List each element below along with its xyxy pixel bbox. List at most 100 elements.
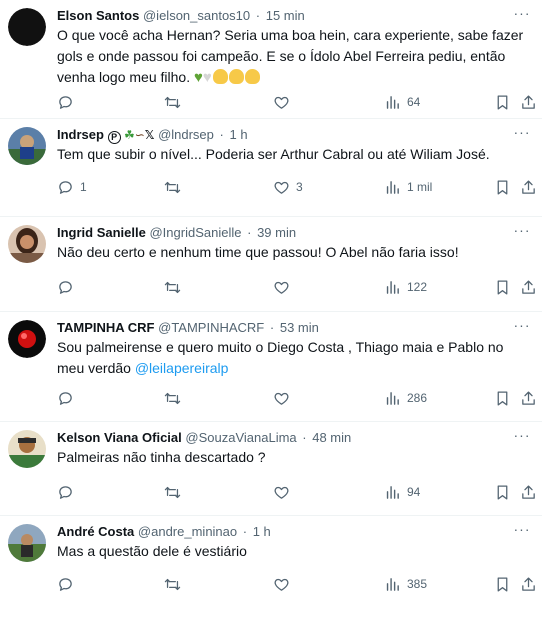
tweet-text: Sou palmeirense e quero muito o Diego Co… [57, 339, 504, 376]
share-button[interactable] [520, 92, 537, 112]
retweet-icon [164, 486, 181, 498]
share-button[interactable] [520, 388, 537, 408]
bookmark-button[interactable] [494, 177, 511, 197]
display-name[interactable]: Kelson Viana Oficial [57, 430, 182, 445]
timestamp[interactable]: 15 min [266, 8, 305, 23]
retweet-icon [164, 392, 181, 404]
reply-button[interactable] [57, 277, 80, 297]
separator-dot: · [242, 524, 248, 539]
avatar[interactable] [8, 8, 46, 46]
avatar[interactable] [8, 430, 46, 468]
more-dots-icon[interactable]: ··· [512, 125, 532, 143]
timestamp[interactable]: 1 h [230, 127, 248, 142]
like-button[interactable] [273, 388, 296, 408]
more-dots-icon[interactable]: ··· [512, 522, 532, 540]
reply-icon [59, 180, 72, 194]
reply-button[interactable] [57, 574, 80, 594]
reply-button[interactable] [57, 92, 80, 112]
like-button[interactable]: 3 [273, 177, 303, 197]
like-button[interactable] [273, 482, 296, 502]
more-dots-icon[interactable]: ··· [512, 428, 532, 446]
timestamp[interactable]: 1 h [253, 524, 271, 539]
views-button[interactable]: 1 mil [384, 177, 432, 197]
view-count: 94 [407, 485, 421, 499]
bookmark-button[interactable] [494, 92, 511, 112]
view-count: 286 [407, 391, 428, 405]
mention-link[interactable]: @leilapereiralp [135, 360, 229, 376]
user-handle[interactable]: @TAMPINHACRF [158, 320, 264, 335]
share-button[interactable] [520, 482, 537, 502]
bookmark-button[interactable] [494, 277, 511, 297]
retweet-button[interactable] [164, 177, 187, 197]
more-dots-icon[interactable]: ··· [512, 223, 532, 241]
tweet-header: TAMPINHA CRF @TAMPINHACRF · 53 min [57, 319, 512, 336]
views-button[interactable]: 286 [384, 388, 427, 408]
clapping-hands-emoji-icon [244, 69, 260, 84]
view-count: 385 [407, 577, 428, 591]
user-handle[interactable]: @lndrsep [158, 127, 214, 142]
share-icon [522, 390, 535, 405]
share-button[interactable] [520, 177, 537, 197]
user-handle[interactable]: @ielson_santos10 [143, 8, 250, 23]
reply-button[interactable]: 1 [57, 177, 87, 197]
timestamp[interactable]: 53 min [280, 320, 319, 335]
reply-button[interactable] [57, 482, 80, 502]
bookmark-button[interactable] [494, 482, 511, 502]
avatar[interactable] [8, 127, 46, 165]
retweet-button[interactable] [164, 92, 187, 112]
user-handle[interactable]: @SouzaVianaLima [185, 430, 296, 445]
bookmark-button[interactable] [494, 574, 511, 594]
share-icon [522, 576, 535, 591]
views-bar-chart-icon [386, 95, 399, 109]
heart-icon [274, 181, 289, 194]
tweet[interactable]: André Costa @andre_mininao · 1 h ··· Mas… [0, 516, 542, 621]
share-button[interactable] [520, 277, 537, 297]
reply-icon [59, 280, 72, 294]
reply-icon [59, 485, 72, 499]
views-bar-chart-icon [386, 180, 399, 194]
retweet-icon [164, 281, 181, 293]
user-handle[interactable]: @IngridSanielle [149, 225, 241, 240]
views-button[interactable]: 64 [384, 92, 420, 112]
view-count: 64 [407, 95, 421, 109]
views-bar-chart-icon [386, 485, 399, 499]
user-handle[interactable]: @andre_mininao [138, 524, 237, 539]
tweet[interactable]: Elson Santos @ielson_santos10 · 15 min ·… [0, 0, 542, 119]
display-name[interactable]: Elson Santos [57, 8, 139, 23]
avatar[interactable] [8, 225, 46, 263]
display-name[interactable]: André Costa [57, 524, 134, 539]
more-dots-icon[interactable]: ··· [512, 318, 532, 336]
views-bar-chart-icon [386, 577, 399, 591]
display-name[interactable]: Ingrid Sanielle [57, 225, 146, 240]
retweet-button[interactable] [164, 574, 187, 594]
retweet-button[interactable] [164, 277, 187, 297]
retweet-icon [164, 578, 181, 590]
tweet[interactable]: TAMPINHA CRF @TAMPINHACRF · 53 min ··· S… [0, 312, 542, 422]
retweet-button[interactable] [164, 482, 187, 502]
views-button[interactable]: 385 [384, 574, 427, 594]
white-heart-emoji-icon: ♥ [202, 69, 212, 86]
share-button[interactable] [520, 574, 537, 594]
views-button[interactable]: 122 [384, 277, 427, 297]
tweet[interactable]: Indrsep P ☘∽𝕏 @lndrsep · 1 h ··· Tem que… [0, 119, 542, 217]
tweet[interactable]: Kelson Viana Oficial @SouzaVianaLima · 4… [0, 422, 542, 516]
timestamp[interactable]: 39 min [257, 225, 296, 240]
display-name[interactable]: TAMPINHA CRF [57, 320, 155, 335]
display-name[interactable]: Indrsep [57, 127, 104, 142]
tweet-text: Tem que subir o nível... Poderia ser Art… [57, 146, 490, 162]
more-dots-icon[interactable]: ··· [512, 6, 532, 24]
views-button[interactable]: 94 [384, 482, 420, 502]
reply-button[interactable] [57, 388, 80, 408]
like-button[interactable] [273, 574, 296, 594]
tweet-actions: 122 [57, 277, 535, 297]
like-button[interactable] [273, 92, 296, 112]
like-button[interactable] [273, 277, 296, 297]
x-logo-icon: 𝕏 [144, 128, 155, 142]
timestamp[interactable]: 48 min [312, 430, 351, 445]
share-icon [522, 279, 535, 294]
retweet-button[interactable] [164, 388, 187, 408]
bookmark-button[interactable] [494, 388, 511, 408]
tweet[interactable]: Ingrid Sanielle @IngridSanielle · 39 min… [0, 217, 542, 312]
avatar[interactable] [8, 524, 46, 562]
avatar[interactable] [8, 320, 46, 358]
